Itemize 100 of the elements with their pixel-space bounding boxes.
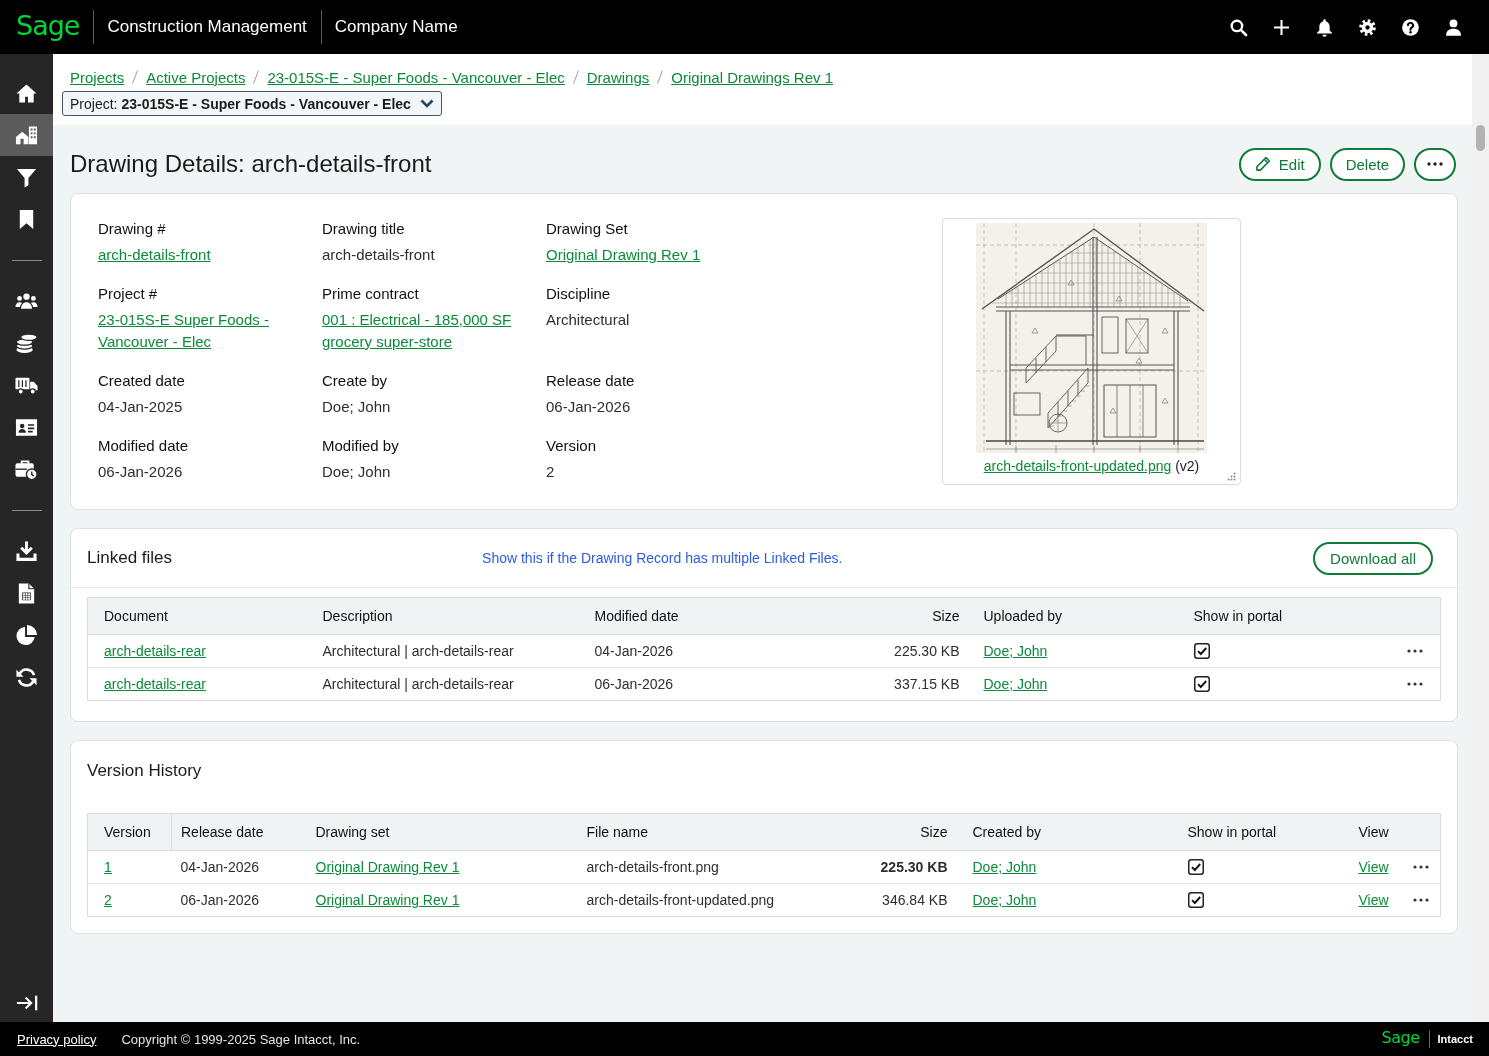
field-label: Modified date	[98, 436, 190, 456]
section-title: Linked files	[87, 548, 173, 568]
field-label: Version	[546, 436, 598, 456]
settings-icon[interactable]	[1358, 17, 1377, 37]
field-value: Doe; John	[322, 397, 392, 417]
breadcrumb-link[interactable]: Projects	[70, 68, 125, 86]
column-header: Release date	[171, 813, 307, 851]
scrollbar-thumb[interactable]	[1476, 125, 1485, 151]
column-header: Document	[87, 597, 311, 635]
checkbox[interactable]	[1193, 676, 1210, 692]
section-title: Version History	[87, 760, 202, 781]
file-version: (v2)	[1175, 458, 1200, 474]
field-label: Project #	[98, 284, 159, 304]
bell-icon[interactable]	[1315, 17, 1334, 37]
field-link[interactable]: Original Drawing Rev 1	[546, 244, 701, 266]
column-header: View	[1349, 813, 1402, 851]
slash-icon	[132, 70, 139, 84]
column-header: Size	[800, 597, 972, 635]
more-button[interactable]	[1414, 147, 1456, 181]
search-icon[interactable]	[1229, 17, 1248, 37]
checkbox[interactable]	[1187, 859, 1204, 875]
project-selector[interactable]: Project: 23-015S-E - Super Foods - Vancouver - Elec	[62, 91, 442, 116]
field-value: 06-Jan-2026	[98, 462, 184, 482]
pencil-icon	[1254, 156, 1271, 172]
briefcase-clock-icon	[15, 457, 38, 481]
field-label: Prime contract	[322, 284, 420, 304]
view-link[interactable]: View	[1358, 859, 1389, 875]
field-label: Created date	[98, 371, 186, 391]
document-link[interactable]: arch-details-rear	[104, 643, 206, 659]
column-header: File name	[577, 813, 861, 851]
home-icon	[15, 81, 38, 105]
user-link[interactable]: Doe; John	[972, 859, 1037, 875]
column-header: Show in portal	[1181, 597, 1391, 635]
field-value: 2	[546, 462, 556, 482]
column-header: Uploaded by	[971, 597, 1182, 635]
more-icon[interactable]	[1407, 682, 1424, 686]
user-link[interactable]: Doe; John	[983, 643, 1048, 659]
table-cell: 04-Jan-2026	[582, 634, 801, 668]
more-icon[interactable]	[1407, 649, 1424, 653]
download-all-button[interactable]: Download all	[1313, 541, 1433, 575]
download-icon	[15, 539, 38, 563]
column-header: Size	[860, 813, 964, 851]
sage-logo: Sage	[1381, 1028, 1420, 1049]
column-header: Modified date	[582, 597, 801, 635]
slash-icon	[572, 70, 579, 84]
table-cell: Architectural | arch-details-rear	[310, 634, 583, 668]
field-value: arch-details-front	[322, 245, 436, 265]
plus-icon[interactable]	[1272, 17, 1291, 37]
app-name: Construction Management	[107, 17, 307, 37]
version-link[interactable]: 1	[104, 859, 112, 875]
column-header: Version	[87, 813, 172, 851]
buildings-icon	[15, 123, 38, 147]
table-cell: 04-Jan-2026	[171, 850, 307, 884]
field-label: Create by	[322, 371, 389, 391]
privacy-policy-link[interactable]: Privacy policy	[17, 1031, 97, 1047]
table-cell: 337.15 KB	[800, 667, 972, 701]
column-header: Description	[310, 597, 583, 635]
field-label: Discipline	[546, 284, 612, 304]
table-cell: 225.30 KB	[860, 850, 964, 884]
field-label: Release date	[546, 371, 636, 391]
slash-icon	[253, 70, 260, 84]
field-link[interactable]: 001 : Electrical - 185,000 SF grocery super-store	[322, 309, 527, 353]
user-link[interactable]: Doe; John	[983, 676, 1048, 692]
table-cell: 346.84 KB	[860, 883, 964, 917]
pie-chart-icon	[15, 623, 38, 647]
user-icon[interactable]	[1444, 17, 1463, 37]
table-cell: 06-Jan-2026	[582, 667, 801, 701]
breadcrumb-link[interactable]: Original Drawings Rev 1	[671, 68, 834, 86]
preview-file-link[interactable]: arch-details-front-updated.png	[983, 458, 1172, 474]
table-cell: Architectural | arch-details-rear	[310, 667, 583, 701]
version-link[interactable]: 2	[104, 892, 112, 908]
product-name: Intacct	[1437, 1033, 1473, 1045]
checkbox[interactable]	[1193, 643, 1210, 659]
company-name[interactable]: Company Name	[334, 17, 458, 37]
resize-grip-icon[interactable]	[1227, 472, 1236, 481]
copyright-text: Copyright © 1999-2025 Sage Intacct, Inc.	[121, 1031, 361, 1047]
field-value: Doe; John	[322, 462, 392, 482]
help-icon[interactable]	[1401, 17, 1420, 37]
breadcrumb-link[interactable]: Drawings	[586, 68, 650, 86]
column-header: Show in portal	[1178, 813, 1350, 851]
field-link[interactable]: arch-details-front	[98, 244, 211, 266]
drawing-set-link[interactable]: Original Drawing Rev 1	[315, 859, 460, 875]
more-icon[interactable]	[1412, 865, 1429, 869]
sidebar-button[interactable]	[0, 114, 53, 156]
field-label: Modified by	[322, 436, 400, 456]
more-icon[interactable]	[1412, 898, 1429, 902]
field-value: 04-Jan-2025	[98, 397, 184, 417]
user-link[interactable]: Doe; John	[972, 892, 1037, 908]
document-link[interactable]: arch-details-rear	[104, 676, 206, 692]
chevron-down-icon	[419, 99, 434, 108]
drawing-set-link[interactable]: Original Drawing Rev 1	[315, 892, 460, 908]
edit-button[interactable]: Edit	[1238, 147, 1321, 181]
breadcrumb-link[interactable]: Active Projects	[146, 68, 246, 86]
view-link[interactable]: View	[1358, 892, 1389, 908]
sage-logo[interactable]: Sage	[16, 11, 80, 43]
breadcrumb-link[interactable]: 23-015S-E - Super Foods - Vancouver - Elec	[267, 68, 565, 86]
field-link[interactable]: 23-015S-E Super Foods - Vancouver - Elec	[98, 309, 303, 353]
more-icon	[1427, 162, 1443, 166]
checkbox[interactable]	[1187, 892, 1204, 908]
delete-button[interactable]: Delete	[1329, 147, 1405, 181]
